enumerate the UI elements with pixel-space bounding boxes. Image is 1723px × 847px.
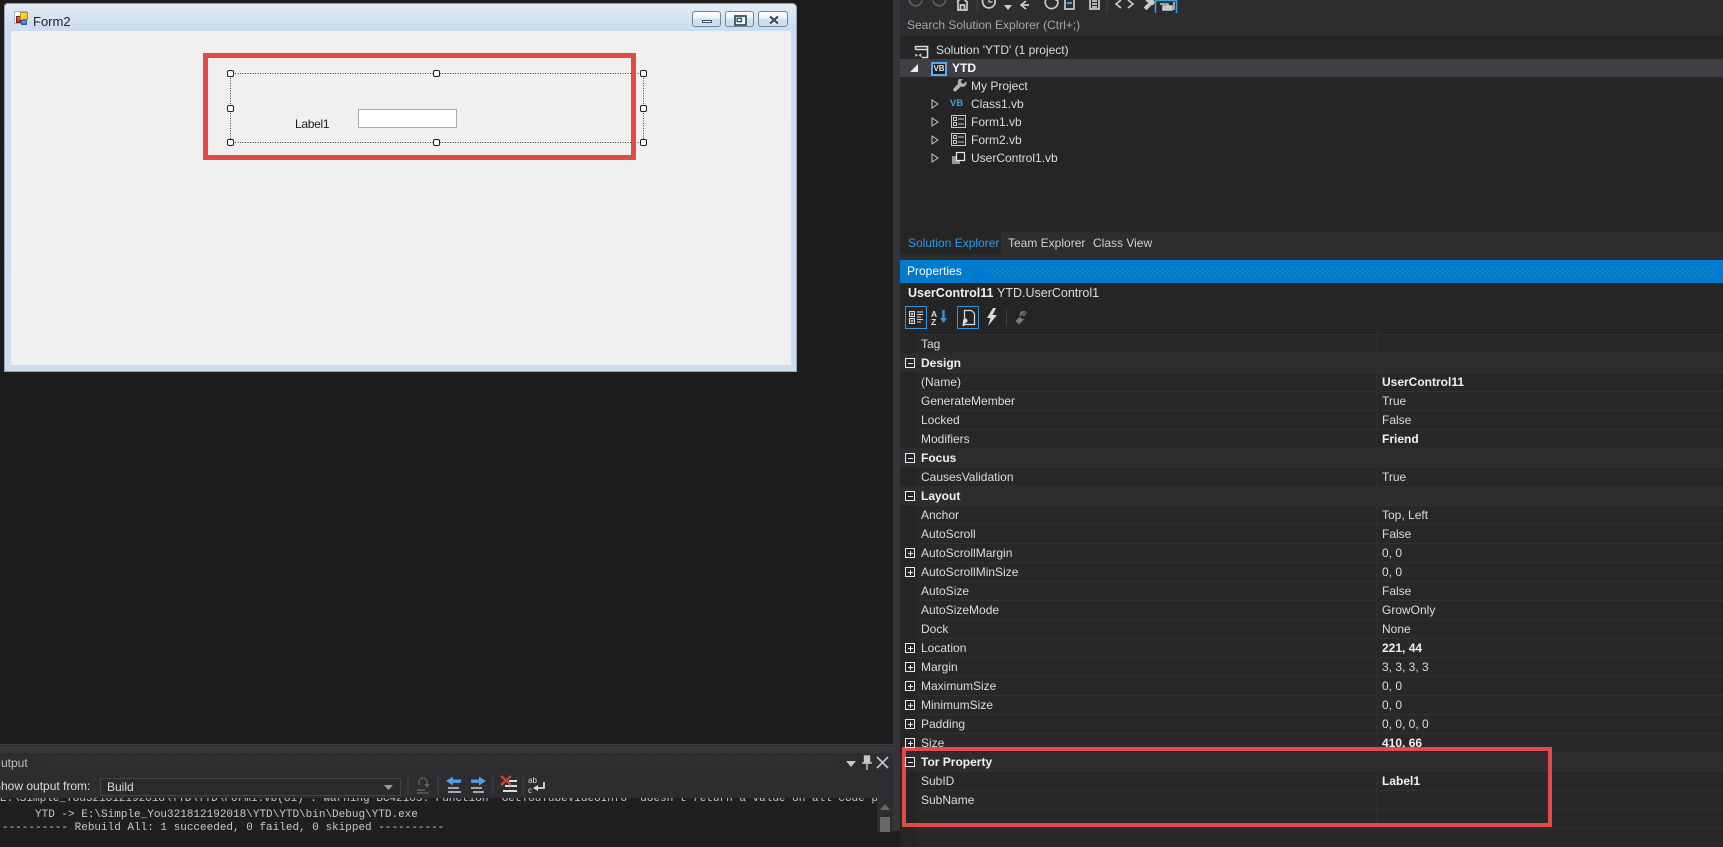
- svg-text:ab: ab: [528, 776, 537, 785]
- svg-text:c: c: [528, 786, 532, 795]
- svg-text:Z: Z: [931, 317, 936, 326]
